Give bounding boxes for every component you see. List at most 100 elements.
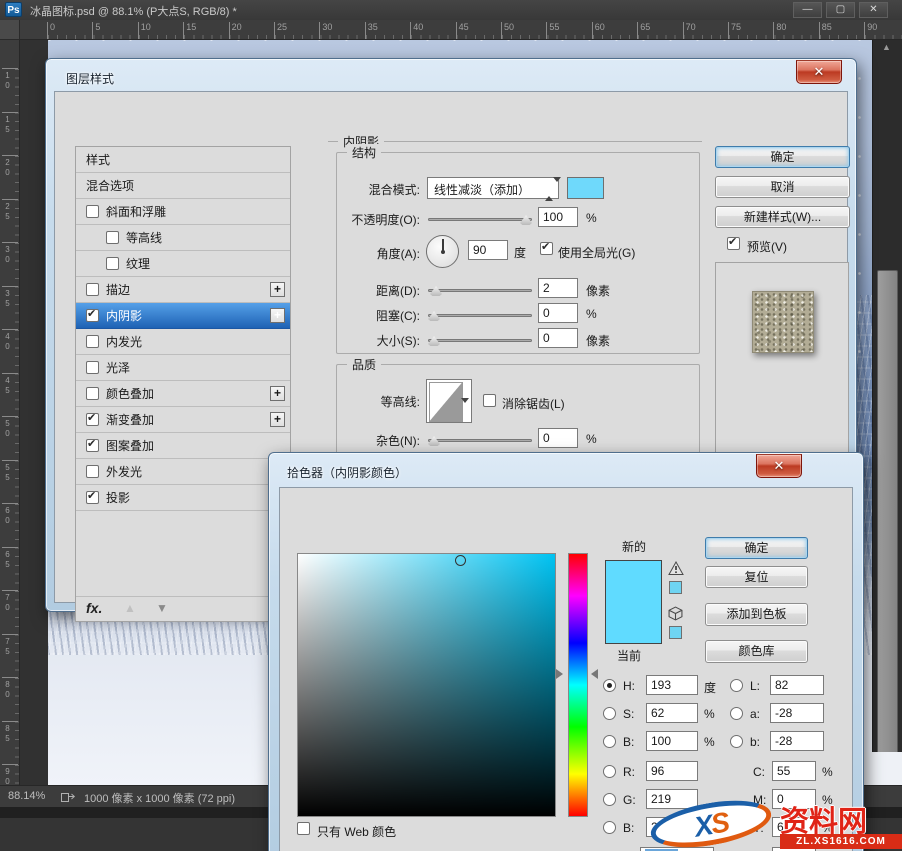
lab-b-input[interactable]: -28 (770, 731, 824, 751)
add-to-swatches-button[interactable]: 添加到色板 (705, 603, 808, 626)
size-input[interactable]: 0 (538, 328, 578, 348)
zoom-level[interactable]: 88.14% (8, 790, 45, 802)
h-input[interactable]: 193 (646, 675, 698, 695)
radio-h[interactable] (603, 679, 616, 692)
move-down-icon[interactable]: ▼ (156, 601, 168, 615)
scroll-up-icon[interactable]: ▲ (882, 42, 891, 52)
checkbox-checked[interactable]: ✔ (86, 412, 99, 426)
add-instance-button[interactable]: + (270, 386, 285, 401)
radio-a[interactable] (730, 707, 743, 720)
angle-input[interactable]: 90 (468, 240, 508, 260)
opacity-slider[interactable] (428, 215, 532, 225)
add-instance-button[interactable]: + (270, 282, 285, 297)
cancel-button[interactable]: 取消 (715, 176, 850, 198)
sidebar-item-texture[interactable]: 纹理 (76, 251, 290, 277)
preview-checkbox[interactable]: ✔ (727, 236, 740, 250)
add-instance-button[interactable]: + (270, 308, 285, 323)
s-input[interactable]: 62 (646, 703, 698, 723)
sidebar-item-color-overlay[interactable]: 颜色叠加 + (76, 381, 290, 407)
gamut-warning-icon[interactable] (668, 561, 684, 576)
radio-l[interactable] (730, 679, 743, 692)
minimize-button[interactable]: — (793, 2, 822, 18)
sidebar-item-contour[interactable]: 等高线 (76, 225, 290, 251)
radio-r[interactable] (603, 765, 616, 778)
close-button[interactable]: ✕ (859, 2, 888, 18)
sidebar-item-blending-options[interactable]: 混合选项 (76, 173, 290, 199)
radio-lab-b[interactable] (730, 735, 743, 748)
new-style-button[interactable]: 新建样式(W)... (715, 206, 850, 228)
checkbox[interactable] (86, 205, 99, 218)
checkbox-checked[interactable]: ✔ (86, 438, 99, 452)
dialog-title: 图层样式 (66, 72, 115, 86)
global-light-checkbox[interactable]: ✔ (540, 241, 553, 255)
sidebar-item-bevel-emboss[interactable]: 斜面和浮雕 (76, 199, 290, 225)
c-input[interactable]: 55 (772, 761, 816, 781)
ok-button[interactable]: 确定 (705, 537, 808, 559)
noise-slider[interactable] (428, 436, 532, 446)
opacity-input[interactable]: 100 (538, 207, 578, 227)
scrollbar-thumb[interactable] (877, 270, 898, 758)
checkbox[interactable] (86, 361, 99, 374)
noise-input[interactable]: 0 (538, 428, 578, 448)
export-icon[interactable] (60, 790, 76, 803)
checkbox[interactable] (86, 283, 99, 296)
gamut-color-swatch[interactable] (669, 581, 682, 594)
sidebar-item-inner-glow[interactable]: 内发光 (76, 329, 290, 355)
dialog-close-button[interactable]: ✕ (796, 60, 842, 84)
checkbox[interactable] (106, 257, 119, 270)
l-input[interactable]: 82 (770, 675, 824, 695)
contour-picker[interactable] (426, 379, 472, 423)
b-input[interactable]: 100 (646, 731, 698, 751)
saturation-brightness-field[interactable] (297, 553, 556, 817)
sidebar-item-stroke[interactable]: 描边 + (76, 277, 290, 303)
vertical-scrollbar[interactable]: ▲ ▼ (872, 40, 902, 785)
maximize-button[interactable]: ▢ (826, 2, 855, 18)
hue-slider[interactable] (568, 553, 588, 817)
reset-button[interactable]: 复位 (705, 566, 808, 588)
sidebar-item-pattern-overlay[interactable]: ✔ 图案叠加 (76, 433, 290, 459)
global-light-label: 使用全局光(G) (558, 246, 636, 260)
a-input[interactable]: -28 (770, 703, 824, 723)
r-input[interactable]: 96 (646, 761, 698, 781)
fx-icon[interactable]: fx. (86, 600, 102, 616)
radio-s[interactable] (603, 707, 616, 720)
distance-input[interactable]: 2 (538, 278, 578, 298)
checkbox[interactable] (86, 387, 99, 400)
add-instance-button[interactable]: + (270, 412, 285, 427)
move-up-icon[interactable]: ▲ (124, 601, 136, 615)
choke-input[interactable]: 0 (538, 303, 578, 323)
sidebar-item-gradient-overlay[interactable]: ✔ 渐变叠加 + (76, 407, 290, 433)
color-picker-body: 只有 Web 颜色 新的 当前 确定 复位 添加到色板 颜色库 H: 193 度… (279, 487, 853, 851)
choke-slider[interactable] (428, 311, 532, 321)
contour-thumbnail (429, 382, 463, 422)
hue-slider-left-arrow-icon[interactable] (556, 669, 563, 679)
hue-slider-right-arrow-icon[interactable] (591, 669, 598, 679)
sidebar-item-satin[interactable]: 光泽 (76, 355, 290, 381)
radio-b[interactable] (603, 735, 616, 748)
sidebar-item-outer-glow[interactable]: 外发光 (76, 459, 290, 485)
radio-b2[interactable] (603, 821, 616, 834)
color-libraries-button[interactable]: 颜色库 (705, 640, 808, 663)
sidebar-item-drop-shadow[interactable]: ✔投影+ (76, 485, 290, 511)
web-safe-color-swatch[interactable] (669, 626, 682, 639)
dialog-close-button[interactable]: ✕ (756, 454, 802, 478)
angle-dial[interactable] (426, 235, 459, 268)
distance-slider[interactable] (428, 286, 532, 296)
web-safe-cube-icon[interactable] (668, 606, 683, 621)
checkbox[interactable] (86, 335, 99, 348)
antialias-checkbox[interactable] (483, 394, 496, 407)
blend-mode-dropdown[interactable]: 线性减淡（添加） (427, 177, 561, 201)
checkbox[interactable] (86, 465, 99, 478)
radio-g[interactable] (603, 793, 616, 806)
ok-button[interactable]: 确定 (715, 146, 850, 168)
checkbox-checked[interactable]: ✔ (86, 490, 99, 504)
shadow-color-swatch[interactable] (567, 177, 604, 199)
color-field-marker[interactable] (455, 555, 466, 566)
size-slider[interactable] (428, 336, 532, 346)
checkbox-checked[interactable]: ✔ (86, 308, 99, 322)
sidebar-item-styles[interactable]: 样式 (76, 147, 290, 173)
sidebar-item-inner-shadow[interactable]: ✔ 内阴影 + (76, 303, 290, 329)
checkbox[interactable] (106, 231, 119, 244)
web-colors-checkbox[interactable] (297, 822, 310, 835)
document-dimensions: 1000 像素 x 1000 像素 (72 ppi) (84, 793, 236, 805)
